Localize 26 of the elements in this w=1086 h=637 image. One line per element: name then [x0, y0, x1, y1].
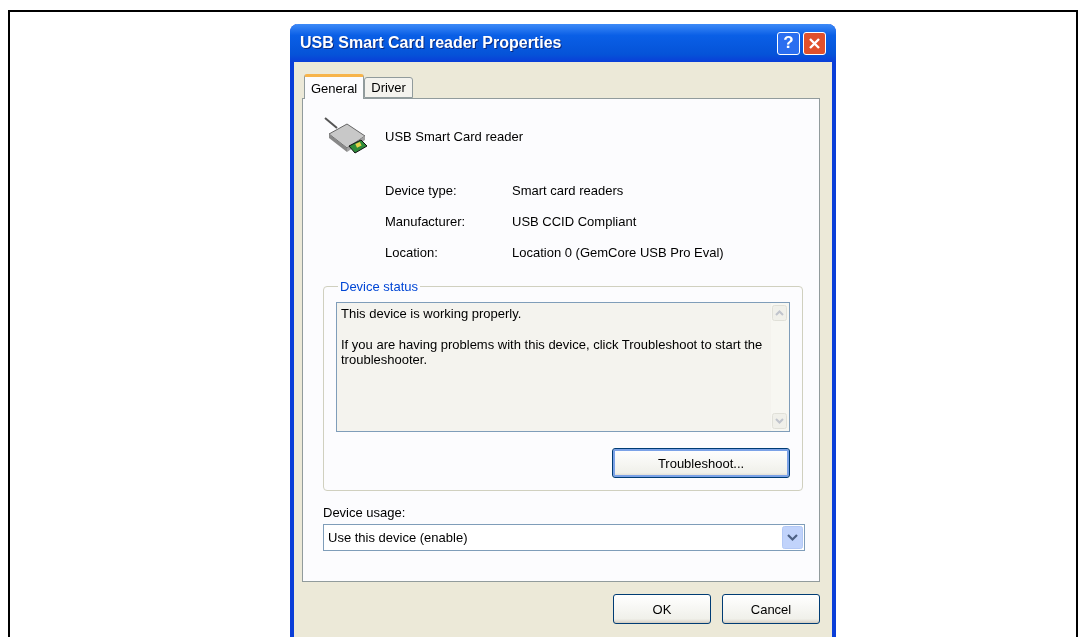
status-paragraph: This device is working properly. — [341, 306, 523, 321]
device-name: USB Smart Card reader — [385, 128, 523, 144]
property-value: Smart card readers — [512, 183, 625, 199]
tab[interactable]: General — [304, 74, 365, 99]
property-label: Manufacturer: — [385, 214, 467, 230]
usage-dropdown[interactable]: Use this device (enable) — [323, 524, 805, 551]
help-button[interactable]: ? — [777, 31, 800, 55]
scroll-up-icon[interactable] — [772, 305, 787, 321]
property-value: USB CCID Compliant — [512, 214, 638, 230]
card-reader-icon — [323, 116, 369, 156]
group-title: Device status — [339, 279, 420, 294]
dropdown-value: Use this device (enable) — [328, 530, 468, 545]
usage-label: Device usage: — [323, 505, 407, 520]
window-title: USB Smart Card reader Properties — [300, 34, 563, 52]
property-label: Device type: — [385, 183, 458, 199]
tab[interactable]: Driver — [364, 77, 413, 98]
property-label: Location: — [385, 245, 439, 261]
scroll-down-icon[interactable] — [772, 413, 787, 429]
scrollbar[interactable] — [771, 303, 789, 431]
dialog-button[interactable]: OK — [613, 594, 711, 624]
status-paragraph: If you are having problems with this device, click Troubleshoot to start the troubleshooter. — [341, 337, 764, 367]
troubleshoot-button[interactable]: Troubleshoot... — [612, 448, 790, 478]
close-icon — [808, 36, 821, 50]
dialog-button[interactable]: Cancel — [722, 594, 820, 624]
close-button[interactable] — [803, 31, 826, 55]
property-value: Location 0 (GemCore USB Pro Eval) — [512, 245, 725, 261]
